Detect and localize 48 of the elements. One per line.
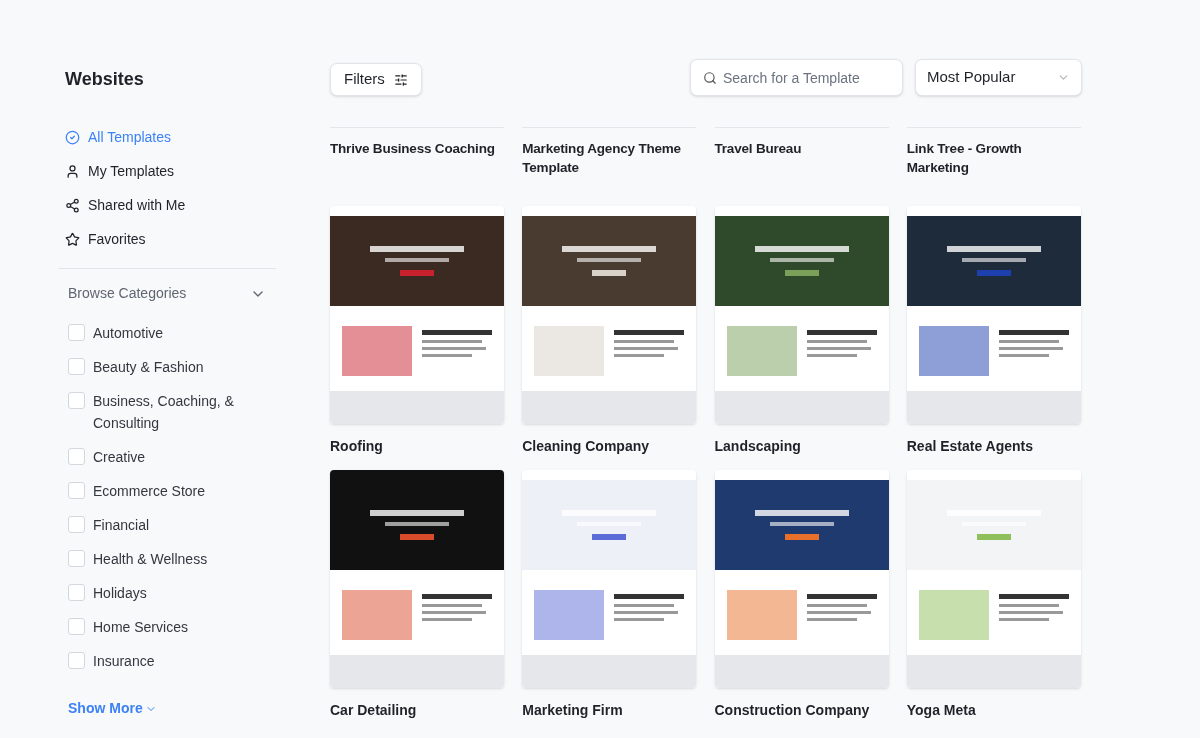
template-title[interactable]: Marketing Firm [522,701,697,720]
checkbox[interactable] [68,392,85,409]
category-label: Ecommerce Store [93,482,207,501]
nav-item[interactable]: Shared with Me [65,188,278,222]
category-label: Business, Coaching, & Consulting [93,392,235,433]
nav-item[interactable]: My Templates [65,154,278,188]
checkbox[interactable] [68,448,85,465]
filters-button[interactable]: Filters [330,63,422,96]
template-title[interactable]: Real Estate Agents [906,437,1081,456]
template-title[interactable]: Yoga Meta [906,701,1081,720]
search-icon [703,71,717,85]
show-more-link[interactable]: Show More [68,698,157,719]
checkbox[interactable] [68,550,85,567]
category-label: Beauty & Fashion [93,358,205,377]
checkbox[interactable] [68,618,85,635]
nav-item[interactable]: Favorites [65,222,278,256]
checkbox[interactable] [68,358,85,375]
checkbox[interactable] [68,482,85,499]
template-title[interactable]: Car Detailing [330,701,504,720]
category-label: Creative [93,448,147,467]
categories-header[interactable]: Browse Categories [68,283,266,304]
sidebar-title: Websites [65,68,145,91]
category-label: Home Services [93,618,189,637]
checkbox[interactable] [68,584,85,601]
user-icon [65,163,80,179]
template-title[interactable]: Cleaning Company [522,437,697,456]
template-title[interactable]: Thrive Business Coaching [330,139,508,188]
nav-item[interactable]: All Templates [65,120,278,154]
star-icon [65,231,80,247]
category-label: Automotive [93,324,165,343]
checkbox[interactable] [68,652,85,669]
checkbox[interactable] [68,516,85,533]
template-title[interactable]: Marketing Agency Theme Template [522,139,701,188]
template-title[interactable]: Travel Bureau [714,139,893,188]
category-label: Insurance [93,652,156,671]
share-icon [65,197,80,213]
category-label: Holidays [93,584,148,603]
template-title[interactable]: Link Tree - Growth Marketing [906,139,1085,188]
category-label: Financial [93,516,151,535]
template-title[interactable]: Construction Company [714,701,889,720]
checkbox[interactable] [68,324,85,341]
sliders-icon [393,72,408,87]
check-circle-icon [65,129,80,145]
template-title[interactable]: Roofing [330,437,504,456]
search-field[interactable]: Search for a Template [690,59,903,96]
template-title[interactable]: Landscaping [714,437,889,456]
sort-dropdown[interactable]: Most Popular [915,59,1082,96]
category-label: Health & Wellness [93,550,209,569]
